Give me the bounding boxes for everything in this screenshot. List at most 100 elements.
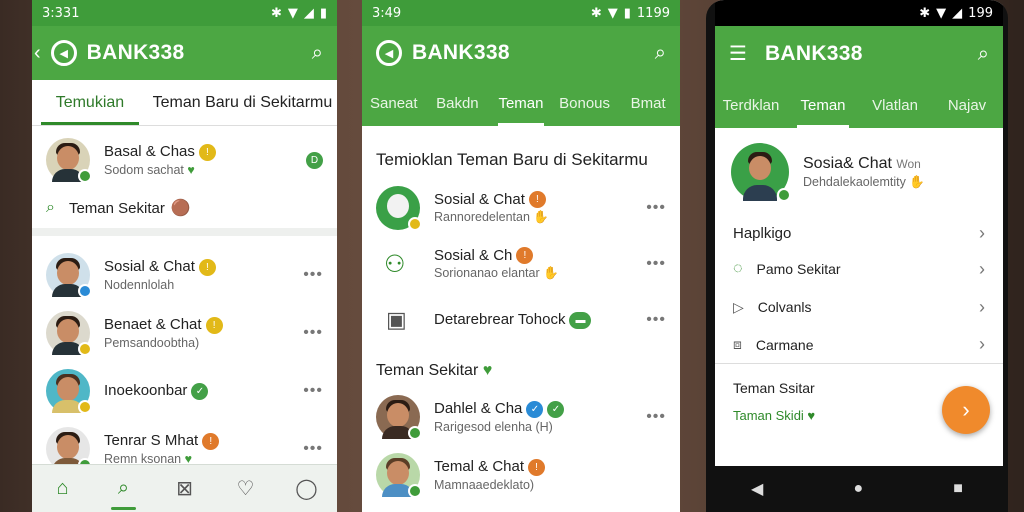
list-item[interactable]: ▣ Detarebrear Tohock ▬ ••• xyxy=(362,292,680,348)
tab-temukan[interactable]: Temukian xyxy=(32,80,148,125)
list-item-subtitle: Rannoredelentan xyxy=(434,210,530,225)
avatar xyxy=(46,311,92,356)
back-arrow-icon[interactable]: ‹ xyxy=(34,43,41,63)
avatar xyxy=(46,253,92,298)
inbox-icon[interactable]: ⊠ xyxy=(154,465,215,512)
list-item-name: Detarebrear Tohock xyxy=(434,311,566,329)
app-bar: ◀ BANK338 ⌕ xyxy=(362,26,680,80)
chevron-right-icon: › xyxy=(979,258,985,279)
tab-4[interactable]: Najav xyxy=(931,82,1003,128)
avatar xyxy=(731,143,791,202)
status-bar: 3:331 ✱ ▼ ◢ ▮ xyxy=(32,0,337,26)
menu-item[interactable]: ◌ Pamo Sekitar › xyxy=(715,250,1003,288)
list-item-subtitle: Mamnaaedeklato) xyxy=(434,477,535,492)
search-icon[interactable]: ⌕ xyxy=(93,465,154,512)
menu-item[interactable]: ⧈ Carmane › xyxy=(715,326,1003,364)
status-right: 199 xyxy=(968,5,993,21)
profile-name: Sosia& Chat xyxy=(803,154,892,172)
more-options-icon[interactable]: ••• xyxy=(646,255,666,273)
wifi-icon: ▼ xyxy=(287,5,298,21)
badge-icon: ! xyxy=(198,258,216,276)
badge-icon: ! xyxy=(516,247,534,265)
recents-icon[interactable]: ■ xyxy=(953,480,963,498)
status-dot-icon: D xyxy=(306,151,323,169)
menu-item[interactable]: ▷ Colvanls › xyxy=(715,288,1003,326)
avatar xyxy=(376,453,422,498)
list-item[interactable]: Inoekoonbar ✓ ••• xyxy=(32,362,337,420)
wifi-icon: ▼ xyxy=(936,5,947,21)
home-button-icon[interactable]: ● xyxy=(853,480,863,498)
logo-icon: ◀ xyxy=(50,40,77,66)
wave-icon: ✋ xyxy=(543,266,559,281)
back-icon[interactable]: ◀ xyxy=(751,479,763,499)
home-icon[interactable]: ⌂ xyxy=(32,465,93,512)
nearby-link[interactable]: Teman Sekitar xyxy=(69,200,165,217)
signal-icon: ◢ xyxy=(952,5,963,21)
app-title: BANK338 xyxy=(86,41,185,64)
tab-bar: Saneat Bakdn Teman Bonous Bmat xyxy=(362,80,680,126)
list-item[interactable]: ⚇ Sosial & Ch! Sorionanao elantar ✋ ••• xyxy=(362,236,680,292)
bluetooth-icon: ✱ xyxy=(590,5,602,21)
message-icon: ▣ xyxy=(376,298,420,342)
system-navigation: ◀ ● ■ xyxy=(706,466,1008,512)
tab-3[interactable]: Vlatlan xyxy=(859,82,931,128)
tab-teman[interactable]: Teman xyxy=(489,80,553,126)
bluetooth-icon: ✱ xyxy=(919,5,931,21)
more-options-icon[interactable]: ••• xyxy=(303,266,323,284)
more-options-icon[interactable]: ••• xyxy=(646,199,666,217)
wifi-icon: ▼ xyxy=(607,5,618,21)
heart-mail-icon[interactable]: ♡ xyxy=(215,465,276,512)
avatar xyxy=(376,186,422,231)
list-item-subtitle: Pemsandoobtha) xyxy=(104,335,200,350)
list-item[interactable]: Temal & Chat! Mamnaaedeklato) xyxy=(362,446,680,504)
badge-icon: ▬ xyxy=(569,311,592,329)
list-item[interactable]: Dahlel & Cha ✓ ✓ Rarigesod elenha (H) ••• xyxy=(362,388,680,446)
section-heading: Teman Sekitar ♥ xyxy=(376,362,493,379)
logo-icon: ◀ xyxy=(376,40,402,66)
tab-1[interactable]: Saneat xyxy=(362,80,426,126)
list-item[interactable]: Sosial & Chat! Nodennlolah ••• xyxy=(32,246,337,304)
tab-2[interactable]: Bakdn xyxy=(426,80,490,126)
bluetooth-icon: ✱ xyxy=(270,5,282,21)
friend-list: Sosial & Chat! Nodennlolah ••• Benaet & … xyxy=(32,236,337,478)
app-title: BANK338 xyxy=(412,41,510,64)
tab-teman[interactable]: Teman xyxy=(787,82,859,128)
tab-teman-baru[interactable]: Teman Baru di Sekitarmu xyxy=(148,80,337,125)
list-item-name: Sosial & Ch xyxy=(434,246,513,264)
tab-1[interactable]: Terdklan xyxy=(715,82,787,128)
status-time: 3:331 xyxy=(42,5,80,21)
search-icon[interactable]: ⌕ xyxy=(978,44,989,64)
app-title: BANK338 xyxy=(764,42,863,65)
menu-header[interactable]: Haplkigo › xyxy=(715,216,1003,250)
nearby-link[interactable]: Taman Skidi xyxy=(733,408,804,423)
tab-bar: Temukian Teman Baru di Sekitarmu xyxy=(32,80,337,126)
location-icon: ◌ xyxy=(733,260,743,277)
profile-subtitle: Dehdalekaolemtity xyxy=(803,174,906,189)
search-icon: ⌕ xyxy=(46,199,55,216)
featured-card[interactable]: Basal & Chas! Sodom sachat ♥ D ⌕ Teman S… xyxy=(32,126,337,236)
list-item-name: Temal & Chat xyxy=(434,458,525,476)
tab-4[interactable]: Bonous xyxy=(553,80,617,126)
list-item[interactable]: Benaet & Chat! Pemsandoobtha) ••• xyxy=(32,304,337,362)
list-item-name: Benaet & Chat xyxy=(104,316,202,334)
list-item-subtitle: Sorionanao elantar xyxy=(434,266,540,281)
avatar xyxy=(376,395,422,440)
bottom-navigation: ⌂ ⌕ ⊠ ♡ ◯ xyxy=(32,464,337,512)
chevron-right-icon: › xyxy=(979,296,985,317)
more-options-icon[interactable]: ••• xyxy=(646,311,666,329)
profile-icon[interactable]: ◯ xyxy=(276,465,337,512)
more-options-icon[interactable]: ••• xyxy=(303,324,323,342)
next-arrow-button[interactable]: › xyxy=(942,386,990,434)
more-options-icon[interactable]: ••• xyxy=(646,408,666,426)
more-options-icon[interactable]: ••• xyxy=(303,440,323,458)
wave-icon: ✋ xyxy=(909,174,925,189)
phone-screen-2: 3:49 ✱ ▼ ▮ 1199 ◀ BANK338 ⌕ Saneat Bakdn Te… xyxy=(362,0,680,512)
more-options-icon[interactable]: ••• xyxy=(303,382,323,400)
search-icon[interactable]: ⌕ xyxy=(312,43,323,63)
profile-header[interactable]: Sosia& Chat Won Dehdalekaolemtity ✋ xyxy=(715,128,1003,216)
menu-icon[interactable]: ☰ xyxy=(729,44,747,64)
list-item[interactable]: Sosial & Chat! Rannoredelentan ✋ ••• xyxy=(362,180,680,236)
list-item-subtitle: Rarigesod elenha (H) xyxy=(434,419,553,434)
tab-5[interactable]: Bmat xyxy=(616,80,680,126)
search-icon[interactable]: ⌕ xyxy=(655,43,666,63)
